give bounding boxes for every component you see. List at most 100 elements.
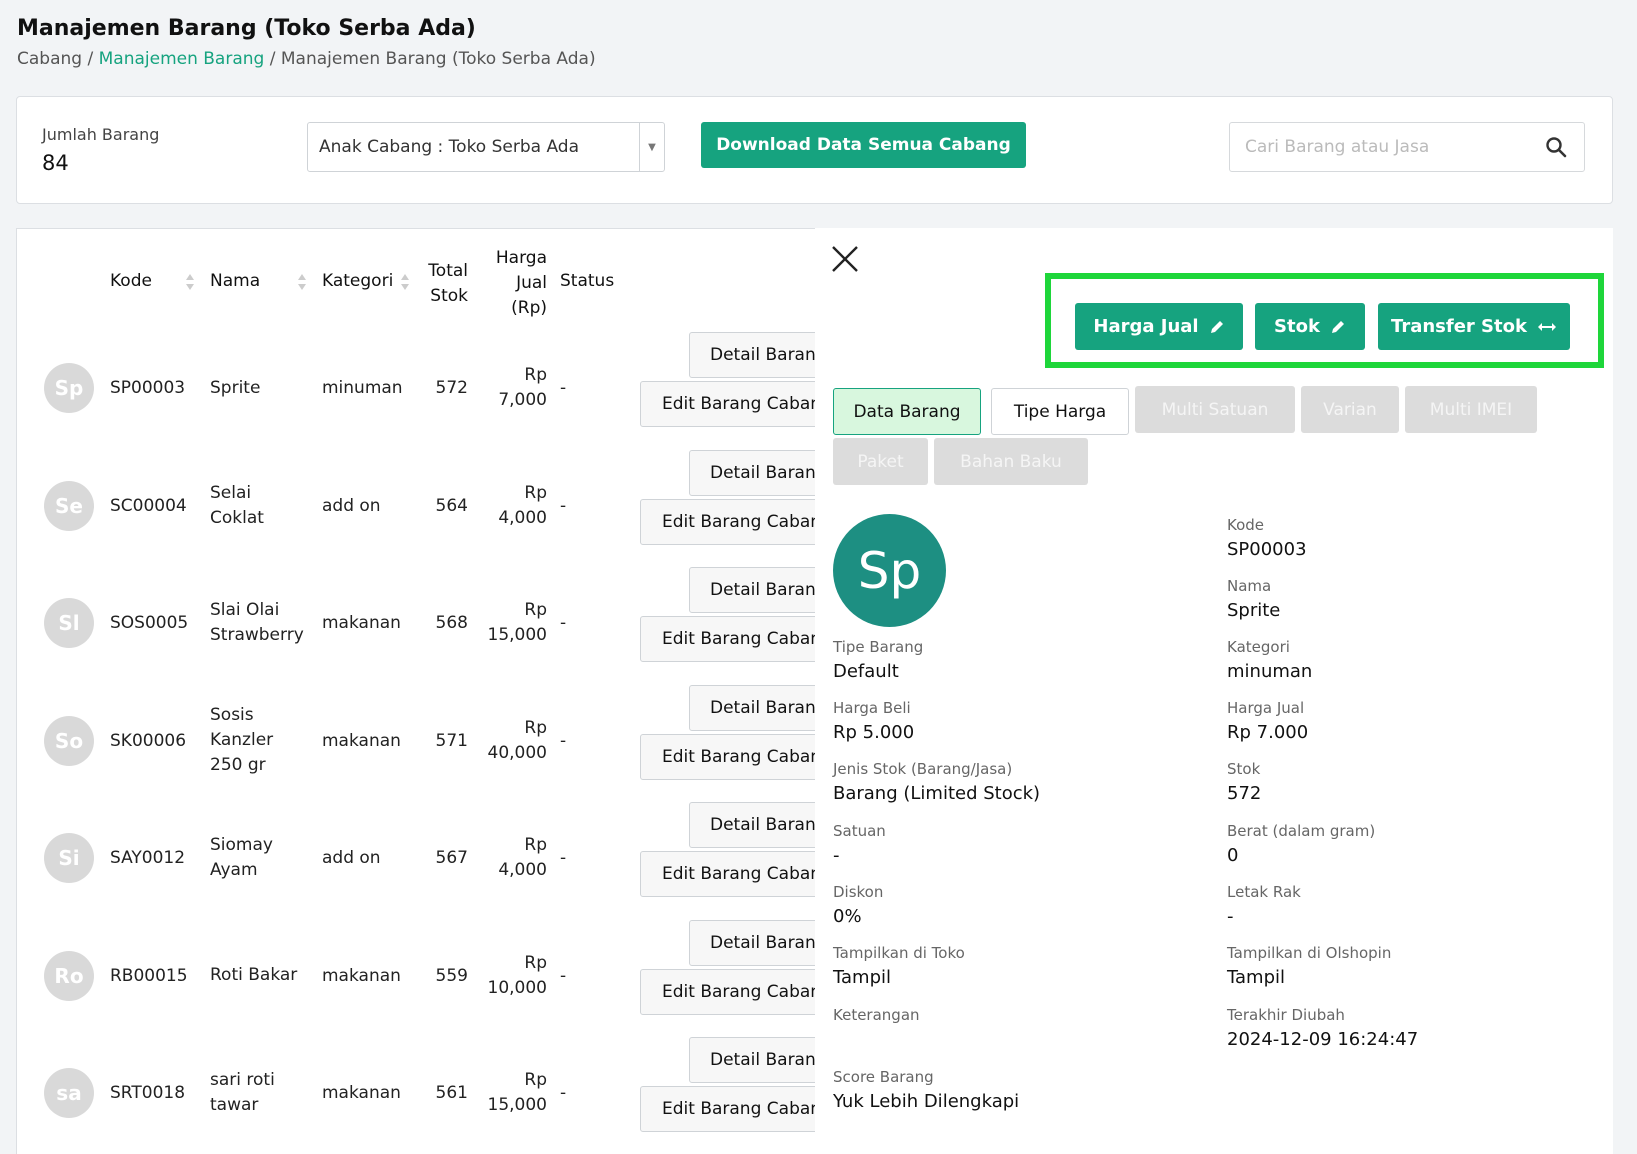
cell-harga-jual: Rp 40,000 <box>487 717 547 763</box>
item-count-label: Jumlah Barang <box>42 125 160 144</box>
field-label-terakhir-diubah: Terakhir Diubah <box>1227 1006 1345 1024</box>
table-row[interactable]: Ro RB00015 Roti Bakar makanan 559 Rp 10,000- De… <box>17 917 815 1034</box>
field-value-tipe-barang: Default <box>833 661 899 682</box>
cell-status: - <box>560 378 567 398</box>
cell-total-stok: 559 <box>435 965 468 986</box>
cell-nama: Slai Olai Strawberry <box>210 600 304 645</box>
column-header-nama[interactable]: Nama <box>210 271 260 291</box>
cell-status: - <box>560 1083 567 1103</box>
branch-select[interactable]: Anak Cabang : Toko Serba Ada ▼ <box>307 122 665 172</box>
field-value-satuan: - <box>833 845 840 866</box>
search-input[interactable]: Cari Barang atau Jasa <box>1229 122 1585 172</box>
avatar: Sp <box>833 514 946 627</box>
edit-barang-cabang-button[interactable]: Edit Barang Cabang <box>640 498 815 545</box>
search-icon[interactable] <box>1544 135 1568 159</box>
cell-harga-jual: Rp 7,000 <box>498 365 547 410</box>
search-placeholder: Cari Barang atau Jasa <box>1245 137 1430 157</box>
cell-kategori: makanan <box>322 965 401 986</box>
field-label-harga-jual: Harga Jual <box>1227 699 1305 717</box>
table-row[interactable]: sa SRT0018 sari roti tawar makanan 561 Rp 15,00… <box>17 1034 815 1151</box>
cell-kategori: makanan <box>322 613 401 633</box>
detail-barang-button[interactable]: Detail Barang <box>689 1037 815 1083</box>
cell-harga-jual: Rp 15,000 <box>487 600 547 645</box>
cell-kode: SP00003 <box>110 378 186 398</box>
field-value-kode: SP00003 <box>1227 539 1307 560</box>
tab-tipe-harga[interactable]: Tipe Harga <box>991 388 1129 435</box>
close-icon[interactable] <box>830 244 860 274</box>
download-all-branches-button[interactable]: Download Data Semua Cabang <box>701 122 1026 168</box>
cell-kode: SK00006 <box>110 730 187 751</box>
detail-barang-button[interactable]: Detail Barang <box>689 919 815 966</box>
cell-kode: SRT0018 <box>110 1083 186 1103</box>
column-header-kategori[interactable]: Kategori <box>322 271 393 291</box>
avatar: Se <box>44 480 94 531</box>
action-buttons-group: Harga Jual Stok Transfer Stok <box>1045 273 1604 368</box>
field-label-kategori: Kategori <box>1227 638 1290 656</box>
detail-barang-button[interactable]: Detail Barang <box>689 332 815 378</box>
edit-barang-cabang-button[interactable]: Edit Barang Cabang <box>640 733 815 780</box>
table-row[interactable]: Si SAY0012 Siomay Ayam add on 567 Rp 4,000- Deta… <box>17 799 815 916</box>
breadcrumb-link[interactable]: Manajemen Barang <box>99 49 265 69</box>
table-row[interactable]: So SK00006 Sosis Kanzler 250 gr makanan 571 Rp 4… <box>17 682 815 799</box>
cell-status: - <box>560 965 567 986</box>
cell-harga-jual: Rp 4,000 <box>498 835 547 880</box>
column-header-status[interactable]: Status <box>560 271 614 291</box>
cell-total-stok: 561 <box>435 1083 468 1103</box>
cell-status: - <box>560 495 567 516</box>
cell-status: - <box>560 613 567 633</box>
cell-kode: SAY0012 <box>110 848 186 868</box>
detail-barang-button[interactable]: Detail Barang <box>689 684 815 731</box>
avatar: sa <box>44 1068 94 1118</box>
cell-kode: SOS0005 <box>110 613 189 633</box>
sort-icon[interactable] <box>185 273 195 291</box>
detail-barang-button[interactable]: Detail Barang <box>689 802 815 848</box>
edit-barang-cabang-button[interactable]: Edit Barang Cabang <box>640 968 815 1015</box>
column-header-kode[interactable]: Kode <box>110 271 152 291</box>
items-table: Kode Nama Kategori Total Stok Harga Jual… <box>16 228 816 1154</box>
field-value-diskon: 0% <box>833 906 862 927</box>
cell-total-stok: 568 <box>435 613 468 633</box>
page-title: Manajemen Barang (Toko Serba Ada) <box>17 16 476 41</box>
field-value-letak-rak: - <box>1227 906 1234 927</box>
table-row[interactable]: Sl SOS0005 Slai Olai Strawberry makanan 568 Rp… <box>17 564 815 681</box>
item-detail-panel: Harga Jual Stok Transfer Stok Data Baran… <box>815 228 1613 1154</box>
detail-barang-button[interactable]: Detail Barang <box>689 567 815 613</box>
field-label-berat: Berat (dalam gram) <box>1227 822 1376 840</box>
cell-total-stok: 567 <box>435 848 468 868</box>
chevron-down-icon[interactable]: ▼ <box>639 123 664 171</box>
cell-harga-jual: Rp 15,000 <box>487 1070 547 1115</box>
column-header-harga-jual[interactable]: Harga Jual (Rp) <box>487 246 547 321</box>
cell-total-stok: 571 <box>435 730 468 751</box>
table-row[interactable]: Se SC00004 Selai Coklat add on 564 Rp 4,000- Det… <box>17 447 815 564</box>
transfer-stok-button[interactable]: Transfer Stok <box>1378 303 1570 350</box>
edit-barang-cabang-button[interactable]: Edit Barang Cabang <box>640 381 815 427</box>
column-header-total-stok[interactable]: Total Stok <box>424 259 468 309</box>
cell-total-stok: 564 <box>435 495 468 516</box>
edit-barang-cabang-button[interactable]: Edit Barang Cabang <box>640 616 815 662</box>
cell-kategori: makanan <box>322 730 401 751</box>
cell-nama: Roti Bakar <box>210 965 298 985</box>
sort-icon[interactable] <box>297 273 307 291</box>
field-value-harga-beli: Rp 5.000 <box>833 722 915 743</box>
page-header: Manajemen Barang (Toko Serba Ada) Cabang… <box>17 16 596 69</box>
cell-harga-jual: Rp 10,000 <box>487 952 547 998</box>
breadcrumb-current: Manajemen Barang (Toko Serba Ada) <box>280 49 596 69</box>
detail-barang-button[interactable]: Detail Barang <box>689 449 815 496</box>
edit-barang-cabang-button[interactable]: Edit Barang Cabang <box>640 851 815 897</box>
field-value-nama: Sprite <box>1227 600 1281 621</box>
cell-kategori: minuman <box>322 378 403 398</box>
field-value-jenis-stok: Barang (Limited Stock) <box>833 783 1041 804</box>
sort-icon[interactable] <box>400 273 410 291</box>
edit-stok-button[interactable]: Stok <box>1255 303 1365 350</box>
breadcrumb-root[interactable]: Cabang <box>17 49 82 69</box>
edit-barang-cabang-button[interactable]: Edit Barang Cabang <box>640 1086 815 1132</box>
field-label-stok: Stok <box>1227 760 1261 778</box>
cell-nama: Siomay Ayam <box>210 835 273 880</box>
field-label-satuan: Satuan <box>833 822 886 840</box>
field-value-berat: 0 <box>1227 845 1239 866</box>
edit-harga-jual-button[interactable]: Harga Jual <box>1075 303 1243 350</box>
field-value-tampil-olshop: Tampil <box>1227 967 1286 988</box>
tab-data-barang[interactable]: Data Barang <box>833 388 981 435</box>
field-label-diskon: Diskon <box>833 883 884 901</box>
table-row[interactable]: Sp SP00003 Sprite minuman 572 Rp 7,000- Detail … <box>17 329 815 446</box>
